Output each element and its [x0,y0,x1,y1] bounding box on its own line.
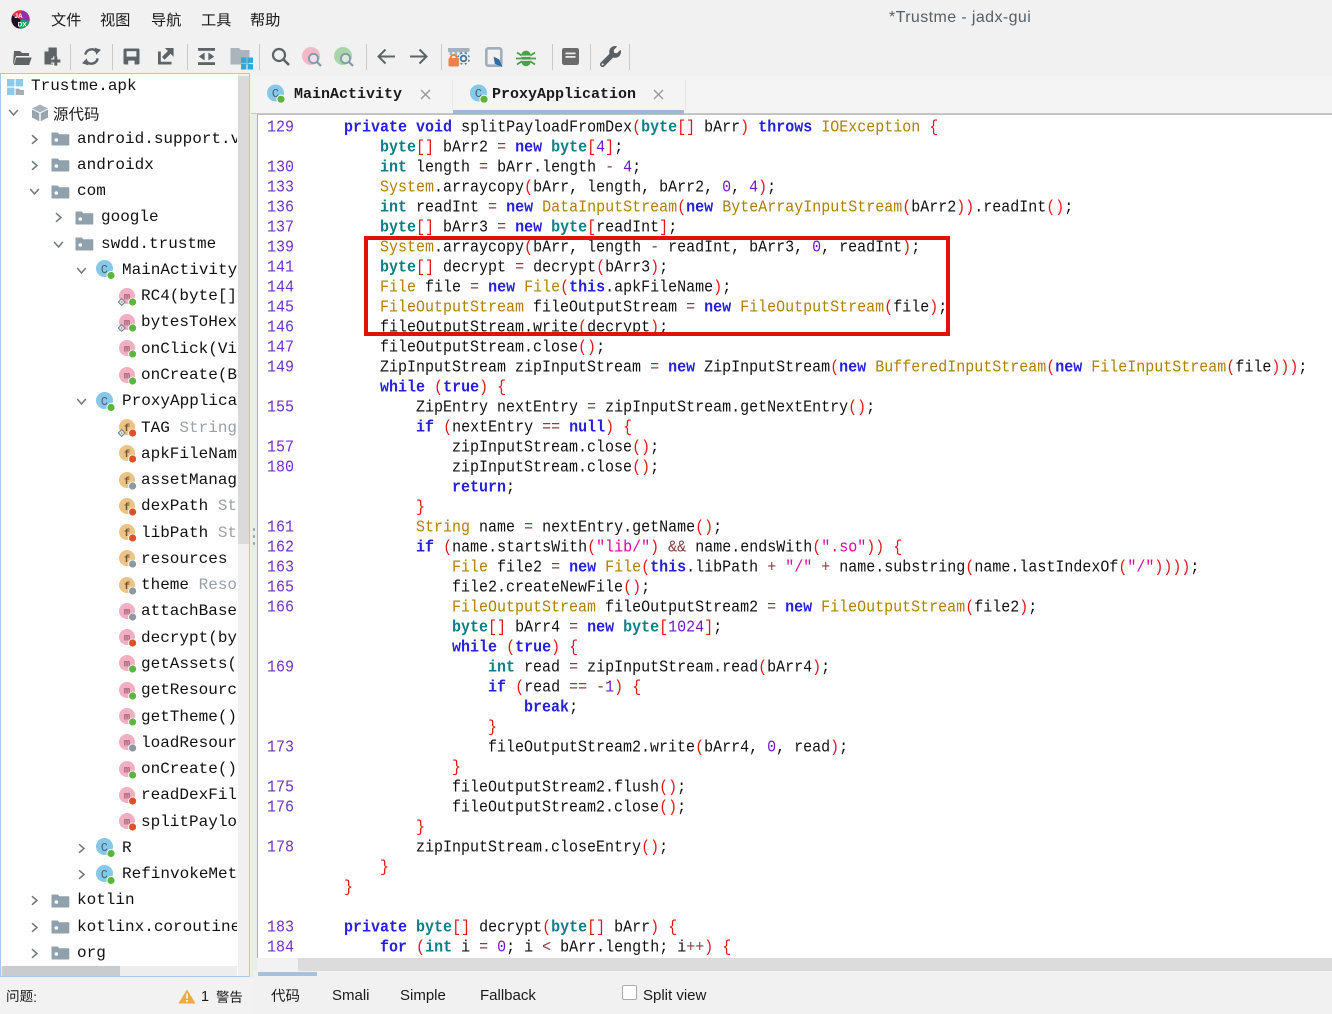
svg-text:DX: DX [18,21,28,28]
svg-text:JA: JA [14,13,23,20]
